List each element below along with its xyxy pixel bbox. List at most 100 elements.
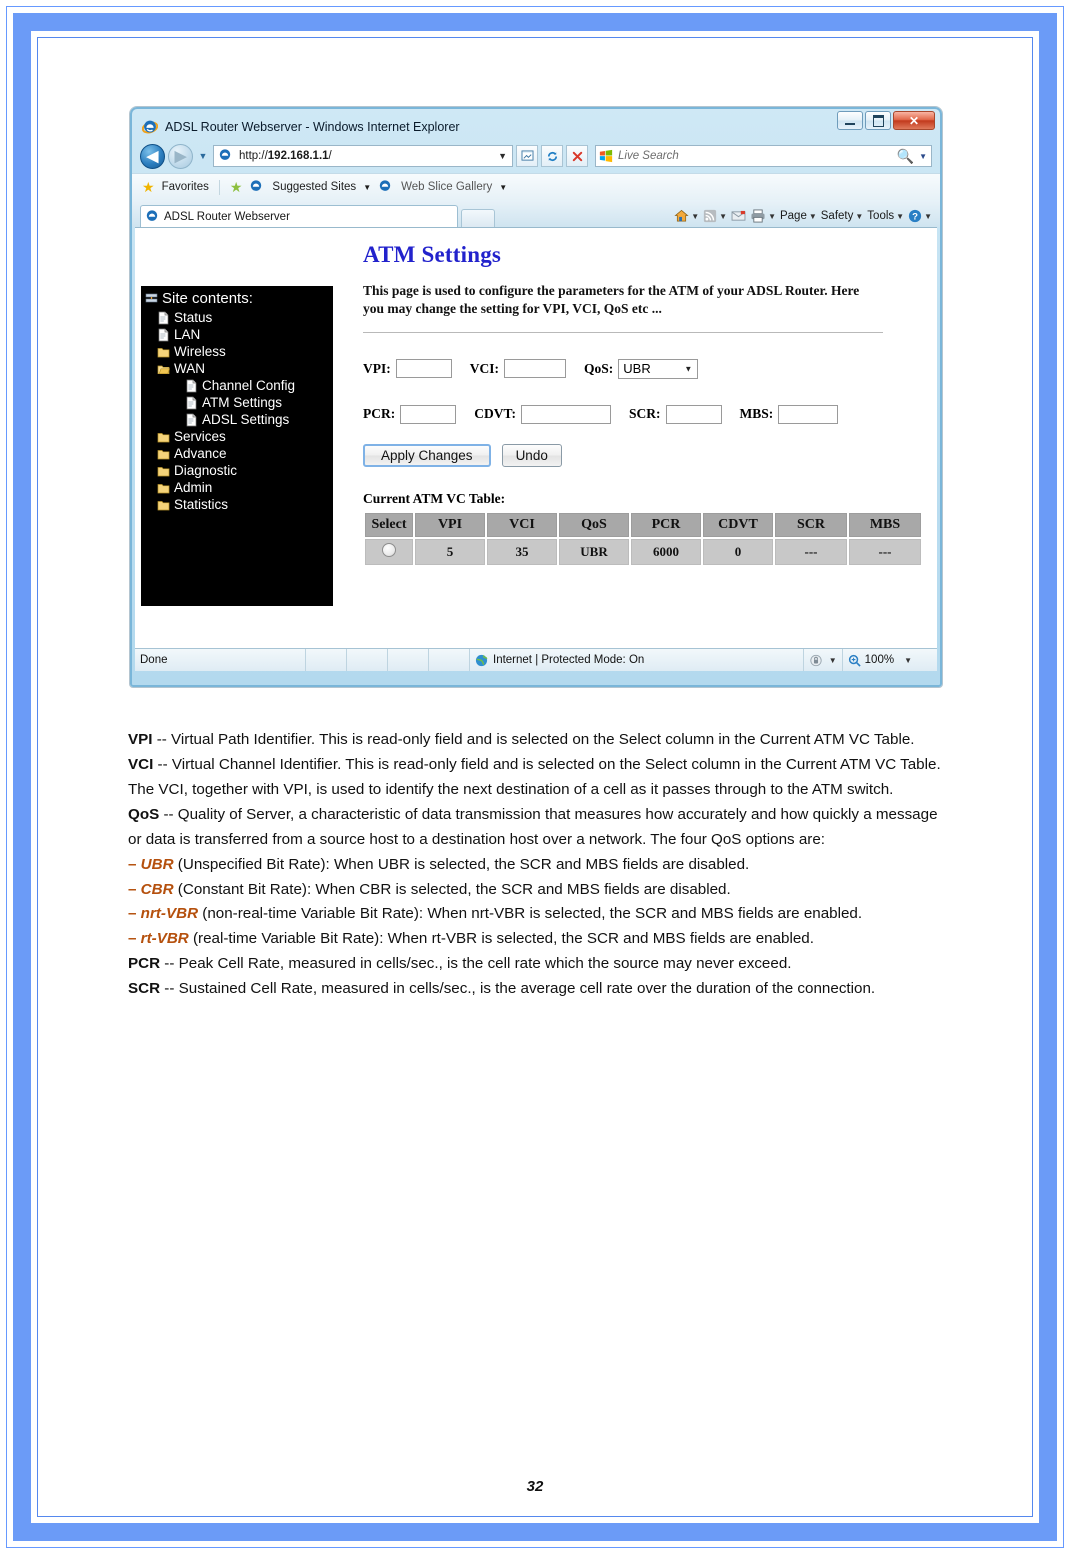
bullet-dash: – <box>128 930 141 948</box>
chevron-down-icon[interactable]: ▼ <box>809 212 817 221</box>
mbs-input[interactable] <box>778 404 839 424</box>
home-button[interactable]: ▼ <box>674 209 699 223</box>
vpi-input[interactable] <box>395 359 452 379</box>
search-input[interactable]: Live Search 🔍 ▼ <box>595 145 932 167</box>
chevron-down-icon: ▼ <box>198 151 208 161</box>
favorites-label[interactable]: Favorites <box>162 181 209 193</box>
add-to-favorites-icon[interactable]: ★ <box>230 179 243 196</box>
vc-row-radio-button[interactable] <box>382 542 396 557</box>
page-icon <box>185 379 198 393</box>
close-x-icon <box>572 151 582 161</box>
chevron-down-icon[interactable]: ▼ <box>829 656 837 665</box>
tree-item-wireless[interactable]: Wireless <box>157 343 333 360</box>
folder-icon <box>157 430 170 444</box>
chevron-down-icon[interactable]: ▼ <box>768 212 776 221</box>
table-header-row: Select VPI VCI QoS PCR CDVT SCR MBS <box>365 512 921 537</box>
paragraph-pcr: PCR -- Peak Cell Rate, measured in cells… <box>128 955 792 973</box>
address-bar[interactable]: http://192.168.1.1/ ▼ <box>213 145 513 167</box>
chevron-down-icon[interactable]: ▼ <box>896 212 904 221</box>
back-button[interactable]: ◀ <box>140 143 165 169</box>
tools-menu-button[interactable]: Tools ▼ <box>867 210 904 222</box>
tree-root-site-contents: Site contents: <box>143 289 333 309</box>
tree-item-adsl-settings[interactable]: ADSL Settings <box>185 411 333 428</box>
tree-item-wan[interactable]: WAN <box>157 360 333 377</box>
folder-icon <box>157 481 170 495</box>
apply-changes-button[interactable]: Apply Changes <box>363 443 491 467</box>
tree-item-status[interactable]: Status <box>157 309 333 326</box>
scr-input[interactable] <box>665 404 722 424</box>
tree-item-lan[interactable]: LAN <box>157 326 333 343</box>
cdvt-label: CDVT: <box>474 406 516 422</box>
chevron-down-icon[interactable]: ▼ <box>904 656 912 665</box>
search-icon[interactable]: 🔍 <box>897 148 914 165</box>
qos-option-name: CBR <box>140 880 174 898</box>
security-zone-text: Internet | Protected Mode: On <box>493 654 645 666</box>
privacy-button[interactable]: ▼ <box>804 649 842 671</box>
favorites-item-suggested-sites[interactable]: Suggested Sites <box>272 181 356 193</box>
address-dropdown-icon[interactable]: ▼ <box>498 151 510 161</box>
table-header-vci: VCI <box>487 512 557 537</box>
chevron-down-icon[interactable]: ▼ <box>363 183 371 192</box>
tree-item-label: Status <box>174 310 213 325</box>
help-menu-button[interactable]: ? ▼ <box>908 209 932 223</box>
tree-item-label: WAN <box>174 361 205 376</box>
tree-item-atm-settings[interactable]: ATM Settings <box>185 394 333 411</box>
undo-button[interactable]: Undo <box>501 443 562 467</box>
page-title: ATM Settings <box>363 242 502 267</box>
table-header-vpi: VPI <box>415 512 485 537</box>
safety-menu-label: Safety <box>820 210 854 222</box>
search-placeholder: Live Search <box>618 150 679 162</box>
qos-select[interactable]: UBR ▼ <box>618 358 699 379</box>
recent-pages-button[interactable]: ▼ <box>196 144 210 169</box>
tree-root-label: Site contents: <box>162 290 253 307</box>
minimize-button[interactable] <box>837 111 863 130</box>
maximize-button[interactable] <box>865 111 891 130</box>
page-favicon-icon <box>218 148 234 164</box>
favorites-bar: ★ Favorites ★ Suggested Sites ▼ Web Slic… <box>132 173 940 200</box>
favorites-item-web-slice-gallery[interactable]: Web Slice Gallery <box>401 181 492 193</box>
scr-label: SCR: <box>629 406 661 422</box>
safety-menu-button[interactable]: Safety ▼ <box>821 210 864 222</box>
cdvt-input[interactable] <box>521 404 611 424</box>
term-label: QoS <box>128 805 160 823</box>
chevron-down-icon[interactable]: ▼ <box>691 212 699 221</box>
mail-icon <box>731 210 746 221</box>
vci-input[interactable] <box>504 359 566 379</box>
help-icon: ? <box>908 209 922 223</box>
tab-adsl-router-webserver[interactable]: ADSL Router Webserver <box>140 205 458 227</box>
bullet-dash: – <box>128 905 141 923</box>
chevron-down-icon[interactable]: ▼ <box>855 212 863 221</box>
feeds-button[interactable]: ▼ <box>703 209 727 223</box>
vc-cell-pcr: 6000 <box>631 538 701 565</box>
search-dropdown-icon[interactable]: ▼ <box>919 152 927 161</box>
forward-button[interactable]: ▶ <box>168 143 193 169</box>
vc-row-select-cell <box>365 538 413 565</box>
compatibility-view-button[interactable] <box>516 145 538 167</box>
chevron-down-icon[interactable]: ▼ <box>719 212 727 221</box>
pcr-input[interactable] <box>400 404 457 424</box>
stop-button[interactable] <box>566 145 588 167</box>
table-header-qos: QoS <box>559 512 629 537</box>
new-tab-button[interactable] <box>461 209 495 227</box>
close-button[interactable]: ✕ <box>893 111 935 130</box>
zoom-control[interactable]: 100% ▼ <box>843 649 917 671</box>
refresh-button[interactable] <box>541 145 563 167</box>
mail-button[interactable] <box>731 210 746 222</box>
qos-option-name: UBR <box>140 855 174 873</box>
window-controls[interactable]: ✕ <box>837 111 935 130</box>
tree-item-services[interactable]: Services <box>157 428 333 445</box>
security-zone[interactable]: Internet | Protected Mode: On <box>470 649 649 671</box>
home-icon <box>674 209 689 222</box>
folder-icon <box>157 464 170 478</box>
tree-item-admin[interactable]: Admin <box>157 479 333 496</box>
tree-item-diagnostic[interactable]: Diagnostic <box>157 462 333 479</box>
tree-item-channel-config[interactable]: Channel Config <box>185 377 333 394</box>
tree-item-advance[interactable]: Advance <box>157 445 333 462</box>
tree-item-statistics[interactable]: Statistics <box>157 496 333 513</box>
qos-option-cbr: – CBR (Constant Bit Rate): When CBR is s… <box>128 880 731 898</box>
page-menu-button[interactable]: Page ▼ <box>780 210 817 222</box>
qos-select-value: UBR <box>623 361 651 377</box>
chevron-down-icon[interactable]: ▼ <box>499 183 507 192</box>
print-button[interactable]: ▼ <box>750 209 776 223</box>
chevron-down-icon[interactable]: ▼ <box>924 212 932 221</box>
